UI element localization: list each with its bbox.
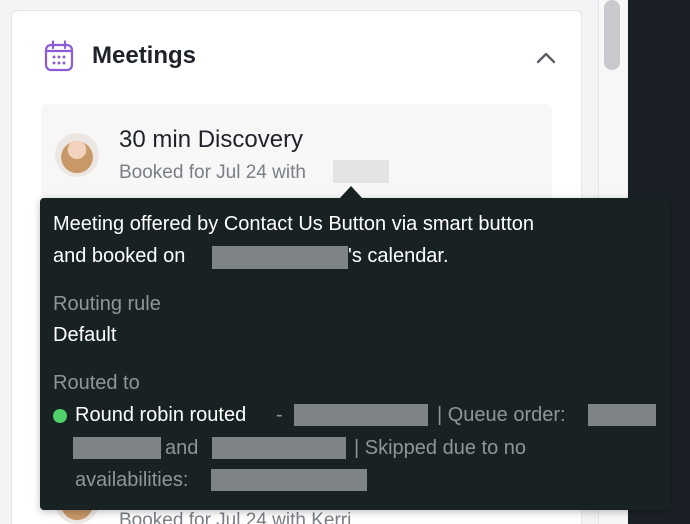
meeting-booked-text: Booked for Jul 24 with: [119, 162, 306, 183]
availabilities-label: availabilities:: [75, 469, 189, 491]
meeting-title: 30 min Discovery: [119, 126, 304, 153]
redacted-queue-user-1: [588, 404, 656, 426]
skipped-text: | Skipped due to no: [354, 437, 526, 459]
chevron-up-icon[interactable]: [536, 50, 556, 64]
redacted-name: [333, 160, 389, 183]
and-text: and: [165, 437, 199, 459]
routed-method: Round robin routed: [75, 404, 247, 426]
status-dot: [53, 409, 67, 423]
routed-to-label: Routed to: [53, 372, 140, 394]
redacted-queue-user-2: [73, 437, 161, 459]
meetings-title: Meetings: [92, 42, 197, 69]
redacted-skipped-users: [211, 469, 367, 491]
routing-rule-label: Routing rule: [53, 293, 161, 315]
redacted-queue-user-3: [212, 437, 346, 459]
redacted-routed-user: [294, 404, 428, 426]
meetings-card-header[interactable]: Meetings: [44, 38, 564, 78]
tooltip-offered-text: Meeting offered by Contact Us Button via…: [53, 213, 534, 235]
redacted-owner: [212, 246, 348, 269]
avatar: [55, 133, 99, 177]
routing-rule-value: Default: [53, 324, 117, 346]
second-meeting-booked-text: Booked for Jul 24 with Kerri: [119, 510, 352, 524]
tooltip-booked-on-text: and booked on: [53, 245, 186, 267]
calendar-icon: [44, 40, 74, 72]
scrollbar-thumb[interactable]: [604, 0, 620, 70]
tooltip-calendar-suffix: 's calendar.: [348, 245, 449, 267]
routed-dash: -: [276, 404, 283, 426]
queue-order-label: | Queue order:: [437, 404, 566, 426]
